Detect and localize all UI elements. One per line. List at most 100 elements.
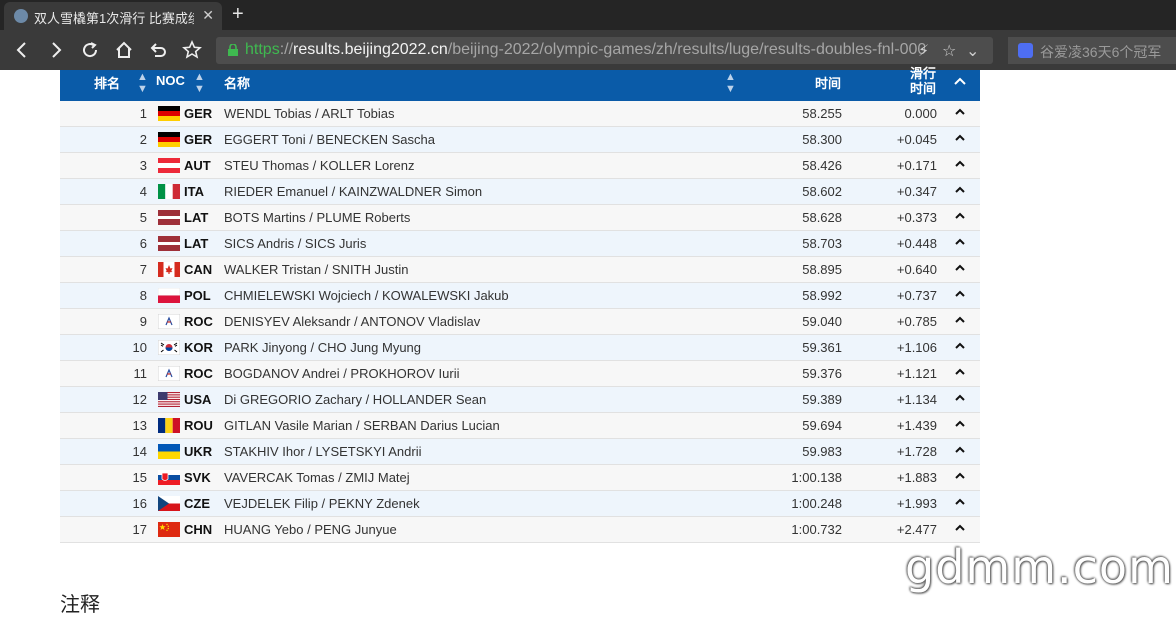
expand-row-icon[interactable] xyxy=(955,289,965,299)
athlete-names[interactable]: VAVERCAK Tomas / ZMIJ Matej xyxy=(224,470,410,485)
athlete-names[interactable]: PARK Jinyong / CHO Jung Myung xyxy=(224,340,421,355)
expand-row-icon[interactable] xyxy=(955,237,965,247)
watermark-text: gdmm.com xyxy=(905,540,1174,594)
expand-row-icon[interactable] xyxy=(955,263,965,273)
athlete-names[interactable]: RIEDER Emanuel / KAINZWALDNER Simon xyxy=(224,184,482,199)
rank-cell: 16 xyxy=(132,496,147,511)
athlete-names[interactable]: DENISYEV Aleksandr / ANTONOV Vladislav xyxy=(224,314,480,329)
noc-cell: ROC xyxy=(184,314,213,329)
expand-row-icon[interactable] xyxy=(955,419,965,429)
time-cell: 59.376 xyxy=(802,366,842,381)
new-tab-button[interactable]: + xyxy=(232,3,244,26)
athlete-names[interactable]: CHMIELEWSKI Wojciech / KOWALEWSKI Jakub xyxy=(224,288,509,303)
table-row[interactable]: 5 LAT BOTS Martins / PLUME Roberts 58.628 +0… xyxy=(60,205,980,231)
table-row[interactable]: 4 ITA RIEDER Emanuel / KAINZWALDNER Simon 5… xyxy=(60,179,980,205)
athlete-names[interactable]: STAKHIV Ihor / LYSETSKYI Andrii xyxy=(224,444,421,459)
flag-icon xyxy=(158,184,180,199)
browser-tab[interactable]: 双人雪橇第1次滑行 比赛成绩 ✕ xyxy=(4,2,222,30)
athlete-names[interactable]: HUANG Yebo / PENG Junyue xyxy=(224,522,397,537)
flag-icon xyxy=(158,158,180,173)
reload-icon[interactable] xyxy=(78,38,102,62)
back-icon[interactable] xyxy=(10,38,34,62)
bookmark-star-icon[interactable] xyxy=(180,38,204,62)
sort-rank-icon[interactable]: ▲ ▼ xyxy=(137,71,148,95)
tab-title: 双人雪橇第1次滑行 比赛成绩 xyxy=(34,11,194,26)
header-gap[interactable]: 滑行 时间 xyxy=(910,66,936,96)
table-row[interactable]: 14 UKR STAKHIV Ihor / LYSETSKYI Andrii 59.9… xyxy=(60,439,980,465)
expand-row-icon[interactable] xyxy=(955,523,965,533)
athlete-names[interactable]: Di GREGORIO Zachary / HOLLANDER Sean xyxy=(224,392,486,407)
header-time[interactable]: 时间 xyxy=(815,73,841,92)
close-tab-icon[interactable]: ✕ xyxy=(202,7,214,24)
table-row[interactable]: 16 CZE VEJDELEK Filip / PEKNY Zdenek 1:00.2… xyxy=(60,491,980,517)
undo-icon[interactable] xyxy=(146,38,170,62)
sort-noc-icon[interactable]: ▲ ▼ xyxy=(194,71,205,95)
rank-cell: 7 xyxy=(139,262,147,277)
table-row[interactable]: 8 POL CHMIELEWSKI Wojciech / KOWALEWSKI Ja… xyxy=(60,283,980,309)
header-noc[interactable]: NOC xyxy=(156,73,185,88)
time-cell: 59.040 xyxy=(802,314,842,329)
rank-cell: 3 xyxy=(139,158,147,173)
favorite-star-icon[interactable]: ☆ xyxy=(942,41,956,61)
noc-cell: CAN xyxy=(184,262,213,277)
athlete-names[interactable]: SICS Andris / SICS Juris xyxy=(224,236,366,251)
expand-row-icon[interactable] xyxy=(955,367,965,377)
table-row[interactable]: 7 CAN WALKER Tristan / SNITH Justin 58.895 +… xyxy=(60,257,980,283)
table-row[interactable]: 11 ROC BOGDANOV Andrei / PROKHOROV Iurii 59… xyxy=(60,361,980,387)
athlete-names[interactable]: WALKER Tristan / SNITH Justin xyxy=(224,262,408,277)
search-box[interactable]: 谷爱凌36天6个冠军 xyxy=(1008,37,1176,64)
expand-row-icon[interactable] xyxy=(955,159,965,169)
athlete-names[interactable]: STEU Thomas / KOLLER Lorenz xyxy=(224,158,415,173)
table-row[interactable]: 2 GER EGGERT Toni / BENECKEN Sascha 58.300 +… xyxy=(60,127,980,153)
time-cell: 58.255 xyxy=(802,106,842,121)
table-row[interactable]: 10 KOR PARK Jinyong / CHO Jung Myung 59.361… xyxy=(60,335,980,361)
athlete-names[interactable]: VEJDELEK Filip / PEKNY Zdenek xyxy=(224,496,420,511)
time-cell: 59.389 xyxy=(802,392,842,407)
gap-cell: +2.477 xyxy=(896,522,937,537)
table-row[interactable]: 6 LAT SICS Andris / SICS Juris 58.703 +0.448 xyxy=(60,231,980,257)
table-row[interactable]: 3 AUT STEU Thomas / KOLLER Lorenz 58.426 +0.… xyxy=(60,153,980,179)
athlete-names[interactable]: WENDL Tobias / ARLT Tobias xyxy=(224,106,395,121)
rank-cell: 5 xyxy=(139,210,147,225)
dropdown-chevron-icon[interactable]: ⌄ xyxy=(966,41,979,61)
expand-row-icon[interactable] xyxy=(955,497,965,507)
noc-cell: SVK xyxy=(184,470,211,485)
flag-icon xyxy=(157,313,181,330)
table-row[interactable]: 9 ROC DENISYEV Aleksandr / ANTONOV Vladisl… xyxy=(60,309,980,335)
expand-row-icon[interactable] xyxy=(955,107,965,117)
lightning-icon[interactable]: ⚡ xyxy=(918,41,929,61)
collapse-all-icon[interactable] xyxy=(954,74,966,89)
expand-row-icon[interactable] xyxy=(955,393,965,403)
table-row[interactable]: 17 CHN HUANG Yebo / PENG Junyue 1:00.732 +2.… xyxy=(60,517,980,543)
athlete-names[interactable]: EGGERT Toni / BENECKEN Sascha xyxy=(224,132,435,147)
expand-row-icon[interactable] xyxy=(955,315,965,325)
rank-cell: 11 xyxy=(133,366,148,381)
home-icon[interactable] xyxy=(112,38,136,62)
rank-cell: 13 xyxy=(132,418,147,433)
header-rank[interactable]: 排名 xyxy=(94,73,120,92)
table-row[interactable]: 15 SVK VAVERCAK Tomas / ZMIJ Matej 1:00.138… xyxy=(60,465,980,491)
athlete-names[interactable]: BOGDANOV Andrei / PROKHOROV Iurii xyxy=(224,366,460,381)
rank-cell: 2 xyxy=(139,132,147,147)
gap-cell: +1.439 xyxy=(896,418,937,433)
address-bar[interactable]: https://results.beijing2022.cn/beijing-2… xyxy=(216,37,993,64)
expand-row-icon[interactable] xyxy=(955,445,965,455)
time-cell: 58.602 xyxy=(802,184,842,199)
forward-icon[interactable] xyxy=(44,38,68,62)
sort-name-icon[interactable]: ▲ ▼ xyxy=(725,71,736,95)
table-row[interactable]: 13 ROU GITLAN Vasile Marian / SERBAN Dariu… xyxy=(60,413,980,439)
flag-icon xyxy=(158,418,180,433)
athlete-names[interactable]: GITLAN Vasile Marian / SERBAN Darius Luc… xyxy=(224,418,500,433)
expand-row-icon[interactable] xyxy=(955,133,965,143)
favicon-icon xyxy=(14,9,28,23)
expand-row-icon[interactable] xyxy=(955,185,965,195)
expand-row-icon[interactable] xyxy=(955,211,965,221)
expand-row-icon[interactable] xyxy=(955,341,965,351)
time-cell: 59.361 xyxy=(802,340,842,355)
header-name[interactable]: 名称 xyxy=(224,73,250,92)
table-row[interactable]: 12 USA Di GREGORIO Zachary / HOLLANDER Sea… xyxy=(60,387,980,413)
expand-row-icon[interactable] xyxy=(955,471,965,481)
table-row[interactable]: 1 GER WENDL Tobias / ARLT Tobias 58.255 0.00… xyxy=(60,101,980,127)
noc-cell: KOR xyxy=(184,340,213,355)
athlete-names[interactable]: BOTS Martins / PLUME Roberts xyxy=(224,210,410,225)
